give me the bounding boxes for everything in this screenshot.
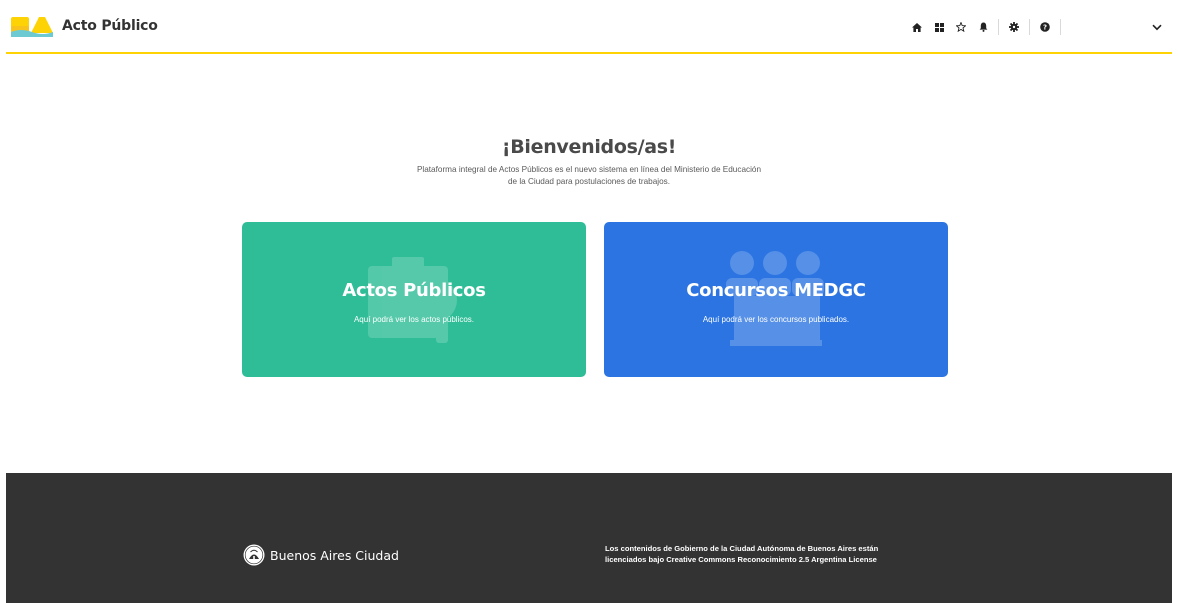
home-icon[interactable] bbox=[906, 16, 928, 38]
card-subtitle: Aquí podrá ver los actos públicos. bbox=[353, 315, 475, 324]
app-title: Acto Público bbox=[62, 18, 158, 34]
actos-publicos-card[interactable]: Actos Públicos Aquí podrá ver los actos … bbox=[242, 222, 586, 377]
card-subtitle: Aquí podrá ver los concursos publicados. bbox=[702, 315, 850, 324]
footer: Buenos Aires Ciudad Los contenidos de Go… bbox=[6, 473, 1172, 603]
footer-brand-name: Buenos Aires Ciudad bbox=[270, 547, 399, 563]
chevron-down-icon[interactable] bbox=[1150, 22, 1164, 32]
concursos-medgc-card[interactable]: Concursos MEDGC Aquí podrá ver los concu… bbox=[604, 222, 948, 377]
svg-text:?: ? bbox=[1043, 24, 1047, 32]
grid-icon[interactable] bbox=[928, 16, 950, 38]
description-line: de la Ciudad para postulaciones de traba… bbox=[507, 177, 671, 186]
card-title: Actos Públicos bbox=[342, 280, 486, 301]
page-title: ¡Bienvenidos/as! bbox=[501, 136, 677, 158]
gear-icon[interactable] bbox=[1003, 16, 1025, 38]
license-line: licenciados bajo Creative Commons Recono… bbox=[605, 555, 877, 564]
bell-icon[interactable] bbox=[972, 16, 994, 38]
page-description: Plataforma integral de Actos Públicos es… bbox=[389, 164, 789, 188]
footer-brand-link[interactable]: Buenos Aires Ciudad bbox=[243, 544, 399, 566]
city-seal-icon bbox=[243, 544, 265, 566]
license-line: Los contenidos de Gobierno de la Ciudad … bbox=[605, 544, 879, 553]
divider bbox=[998, 19, 999, 35]
brand-link[interactable]: Acto Público bbox=[11, 15, 158, 37]
card-title: Concursos MEDGC bbox=[686, 280, 866, 301]
ba-logo bbox=[11, 17, 53, 37]
description-line: Plataforma integral de Actos Públicos es… bbox=[416, 165, 762, 174]
header-actions: ? bbox=[906, 0, 1065, 54]
divider bbox=[1060, 19, 1061, 35]
top-navbar: Acto Público ? bbox=[6, 0, 1172, 54]
license-text: Los contenidos de Gobierno de la Ciudad … bbox=[605, 543, 965, 565]
help-icon[interactable]: ? bbox=[1034, 16, 1056, 38]
star-icon[interactable] bbox=[950, 16, 972, 38]
divider bbox=[1029, 19, 1030, 35]
